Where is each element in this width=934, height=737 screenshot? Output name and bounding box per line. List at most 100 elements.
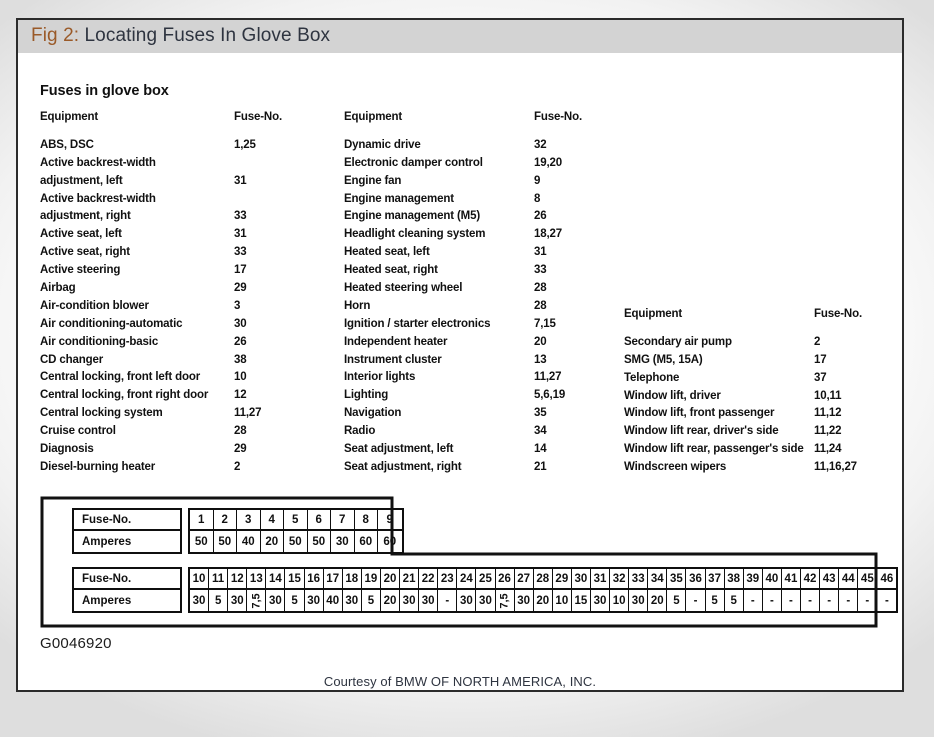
- fuse-number: 17: [323, 569, 342, 590]
- fuse-cell: 20 20: [380, 569, 401, 611]
- equipment-row: Diesel-burning heater 2: [40, 461, 340, 479]
- equipment-fuse: 35: [534, 407, 547, 420]
- equipment-name: Radio: [344, 425, 376, 438]
- fuse-amperes: 5: [291, 594, 298, 607]
- fuse-cell: 33 30: [629, 569, 649, 611]
- fuse-cell: 32 10: [610, 569, 630, 611]
- fuse-number: 26: [495, 569, 514, 590]
- fuse-cell: 25 30: [476, 569, 496, 611]
- fuse-cell: 12 30: [228, 569, 248, 611]
- fuse-number: 19: [361, 569, 380, 590]
- fuse-number: 40: [762, 569, 781, 590]
- fuse-cell: 23 -: [438, 569, 458, 611]
- equipment-row: Active backrest-width: [40, 193, 340, 211]
- equipment-row: adjustment, right 33: [40, 210, 340, 228]
- fuse-number: 1: [190, 510, 213, 531]
- fuse-cell: 30 15: [571, 569, 591, 611]
- equipment-fuse: 29: [234, 282, 247, 295]
- column-header: Equipment Fuse-No.: [344, 111, 644, 129]
- courtesy-note: Courtesy of BMW OF NORTH AMERICA, INC.: [323, 674, 597, 689]
- equipment-name: Navigation: [344, 407, 402, 420]
- equipment-fuse: 38: [234, 353, 247, 366]
- equipment-row: Diagnosis 29: [40, 443, 340, 461]
- equipment-name: Heated steering wheel: [344, 282, 463, 295]
- equipment-row: Navigation 35: [344, 407, 644, 425]
- fuse-amperes: 50: [194, 535, 208, 548]
- equipment-row: Window lift rear, passenger's side 11,24: [624, 443, 914, 461]
- equipment-row: CD changer 38: [40, 354, 340, 372]
- fuse-amperes: 20: [383, 594, 397, 607]
- equipment-name: Electronic damper control: [344, 156, 483, 169]
- equipment-row: Window lift rear, driver's side 11,22: [624, 425, 914, 443]
- fuse-amperes: -: [885, 594, 889, 607]
- equipment-row: Seat adjustment, right 21: [344, 461, 644, 479]
- equipment-row: Airbag 29: [40, 282, 340, 300]
- fuse-cell: 4 20: [260, 510, 284, 552]
- equipment-fuse: 31: [534, 246, 547, 259]
- equipment-fuse: 3: [234, 299, 241, 312]
- equipment-row: Interior lights 11,27: [344, 371, 644, 389]
- fuse-amperes: 10: [555, 594, 569, 607]
- equipment-name: Seat adjustment, right: [344, 460, 462, 473]
- equipment-name: Central locking, front right door: [40, 389, 209, 402]
- equipment-name: SMG (M5, 15A): [624, 353, 703, 366]
- equipment-name: Headlight cleaning system: [344, 228, 486, 241]
- fuse-cell: 40 -: [762, 569, 782, 611]
- fuse-amperes: 50: [218, 535, 232, 548]
- fuse-cell: 34 20: [648, 569, 668, 611]
- fuse-number: 32: [610, 569, 629, 590]
- equipment-row: Window lift, front passenger 11,12: [624, 407, 914, 425]
- fuse-amperes: 15: [574, 594, 588, 607]
- section-heading: Fuses in glove box: [40, 83, 169, 99]
- fuse-amperes: 20: [536, 594, 550, 607]
- fuse-amperes: 30: [517, 594, 531, 607]
- equipment-row: Dynamic drive 32: [344, 139, 644, 157]
- equipment-row: Engine management (M5) 26: [344, 210, 644, 228]
- fuse-number: 18: [342, 569, 361, 590]
- equipment-fuse: 14: [534, 443, 547, 456]
- equipment-name: Window lift, driver: [624, 389, 721, 402]
- fuse-number: 15: [285, 569, 304, 590]
- fuse-amperes: 40: [326, 594, 340, 607]
- fuse-cell: 10 30: [190, 569, 210, 611]
- header-equipment: Equipment: [344, 111, 403, 123]
- fuse-amperes: 7,5: [250, 592, 263, 609]
- equipment-fuse: 28: [534, 282, 547, 295]
- equipment-name: Secondary air pump: [624, 335, 732, 348]
- equipment-row: Independent heater 20: [344, 336, 644, 354]
- equipment-row: Seat adjustment, left 14: [344, 443, 644, 461]
- equipment-name: CD changer: [40, 353, 104, 366]
- fuse-amperes: 30: [335, 535, 349, 548]
- fuse-amperes: 30: [230, 594, 244, 607]
- equipment-column-2: Equipment Fuse-No. Dynamic drive 32 Elect…: [344, 111, 644, 479]
- fuse-amperes: 50: [288, 535, 302, 548]
- equipment-name: adjustment, right: [40, 210, 131, 223]
- fuse-amperes: 5: [673, 594, 680, 607]
- fuse-number: 43: [820, 569, 839, 590]
- equipment-name: Ignition / starter electronics: [344, 317, 491, 330]
- fuse-cell: 44 -: [839, 569, 859, 611]
- equipment-column-3: Equipment Fuse-No. Secondary air pump 2 S…: [624, 308, 914, 479]
- fuse-number: 44: [839, 569, 858, 590]
- equipment-row: Active seat, right 33: [40, 246, 340, 264]
- fuse-cell: 2 50: [213, 510, 237, 552]
- fuse-amperes: 20: [650, 594, 664, 607]
- fuse-amperes: 60: [383, 535, 397, 548]
- equipment-fuse: 26: [234, 335, 247, 348]
- fuse-cell: 11 5: [209, 569, 229, 611]
- fuse-cell: 19 5: [361, 569, 381, 611]
- fuse-amperes: 30: [479, 594, 492, 607]
- equipment-row: Ignition / starter electronics 7,15: [344, 318, 644, 336]
- column-header: Equipment Fuse-No.: [40, 111, 340, 129]
- fuse-number: 37: [705, 569, 724, 590]
- fuse-number: 36: [686, 569, 705, 590]
- fuse-cell: 5 50: [284, 510, 308, 552]
- fuse-amperes: 30: [192, 594, 206, 607]
- equipment-fuse: 2: [234, 460, 241, 473]
- equipment-name: Air-condition blower: [40, 299, 149, 312]
- equipment-row: Telephone 37: [624, 372, 914, 390]
- equipment-fuse: 33: [234, 246, 247, 259]
- fuse-number: 16: [304, 569, 323, 590]
- equipment-row: Horn 28: [344, 300, 644, 318]
- fuse-number: 34: [648, 569, 667, 590]
